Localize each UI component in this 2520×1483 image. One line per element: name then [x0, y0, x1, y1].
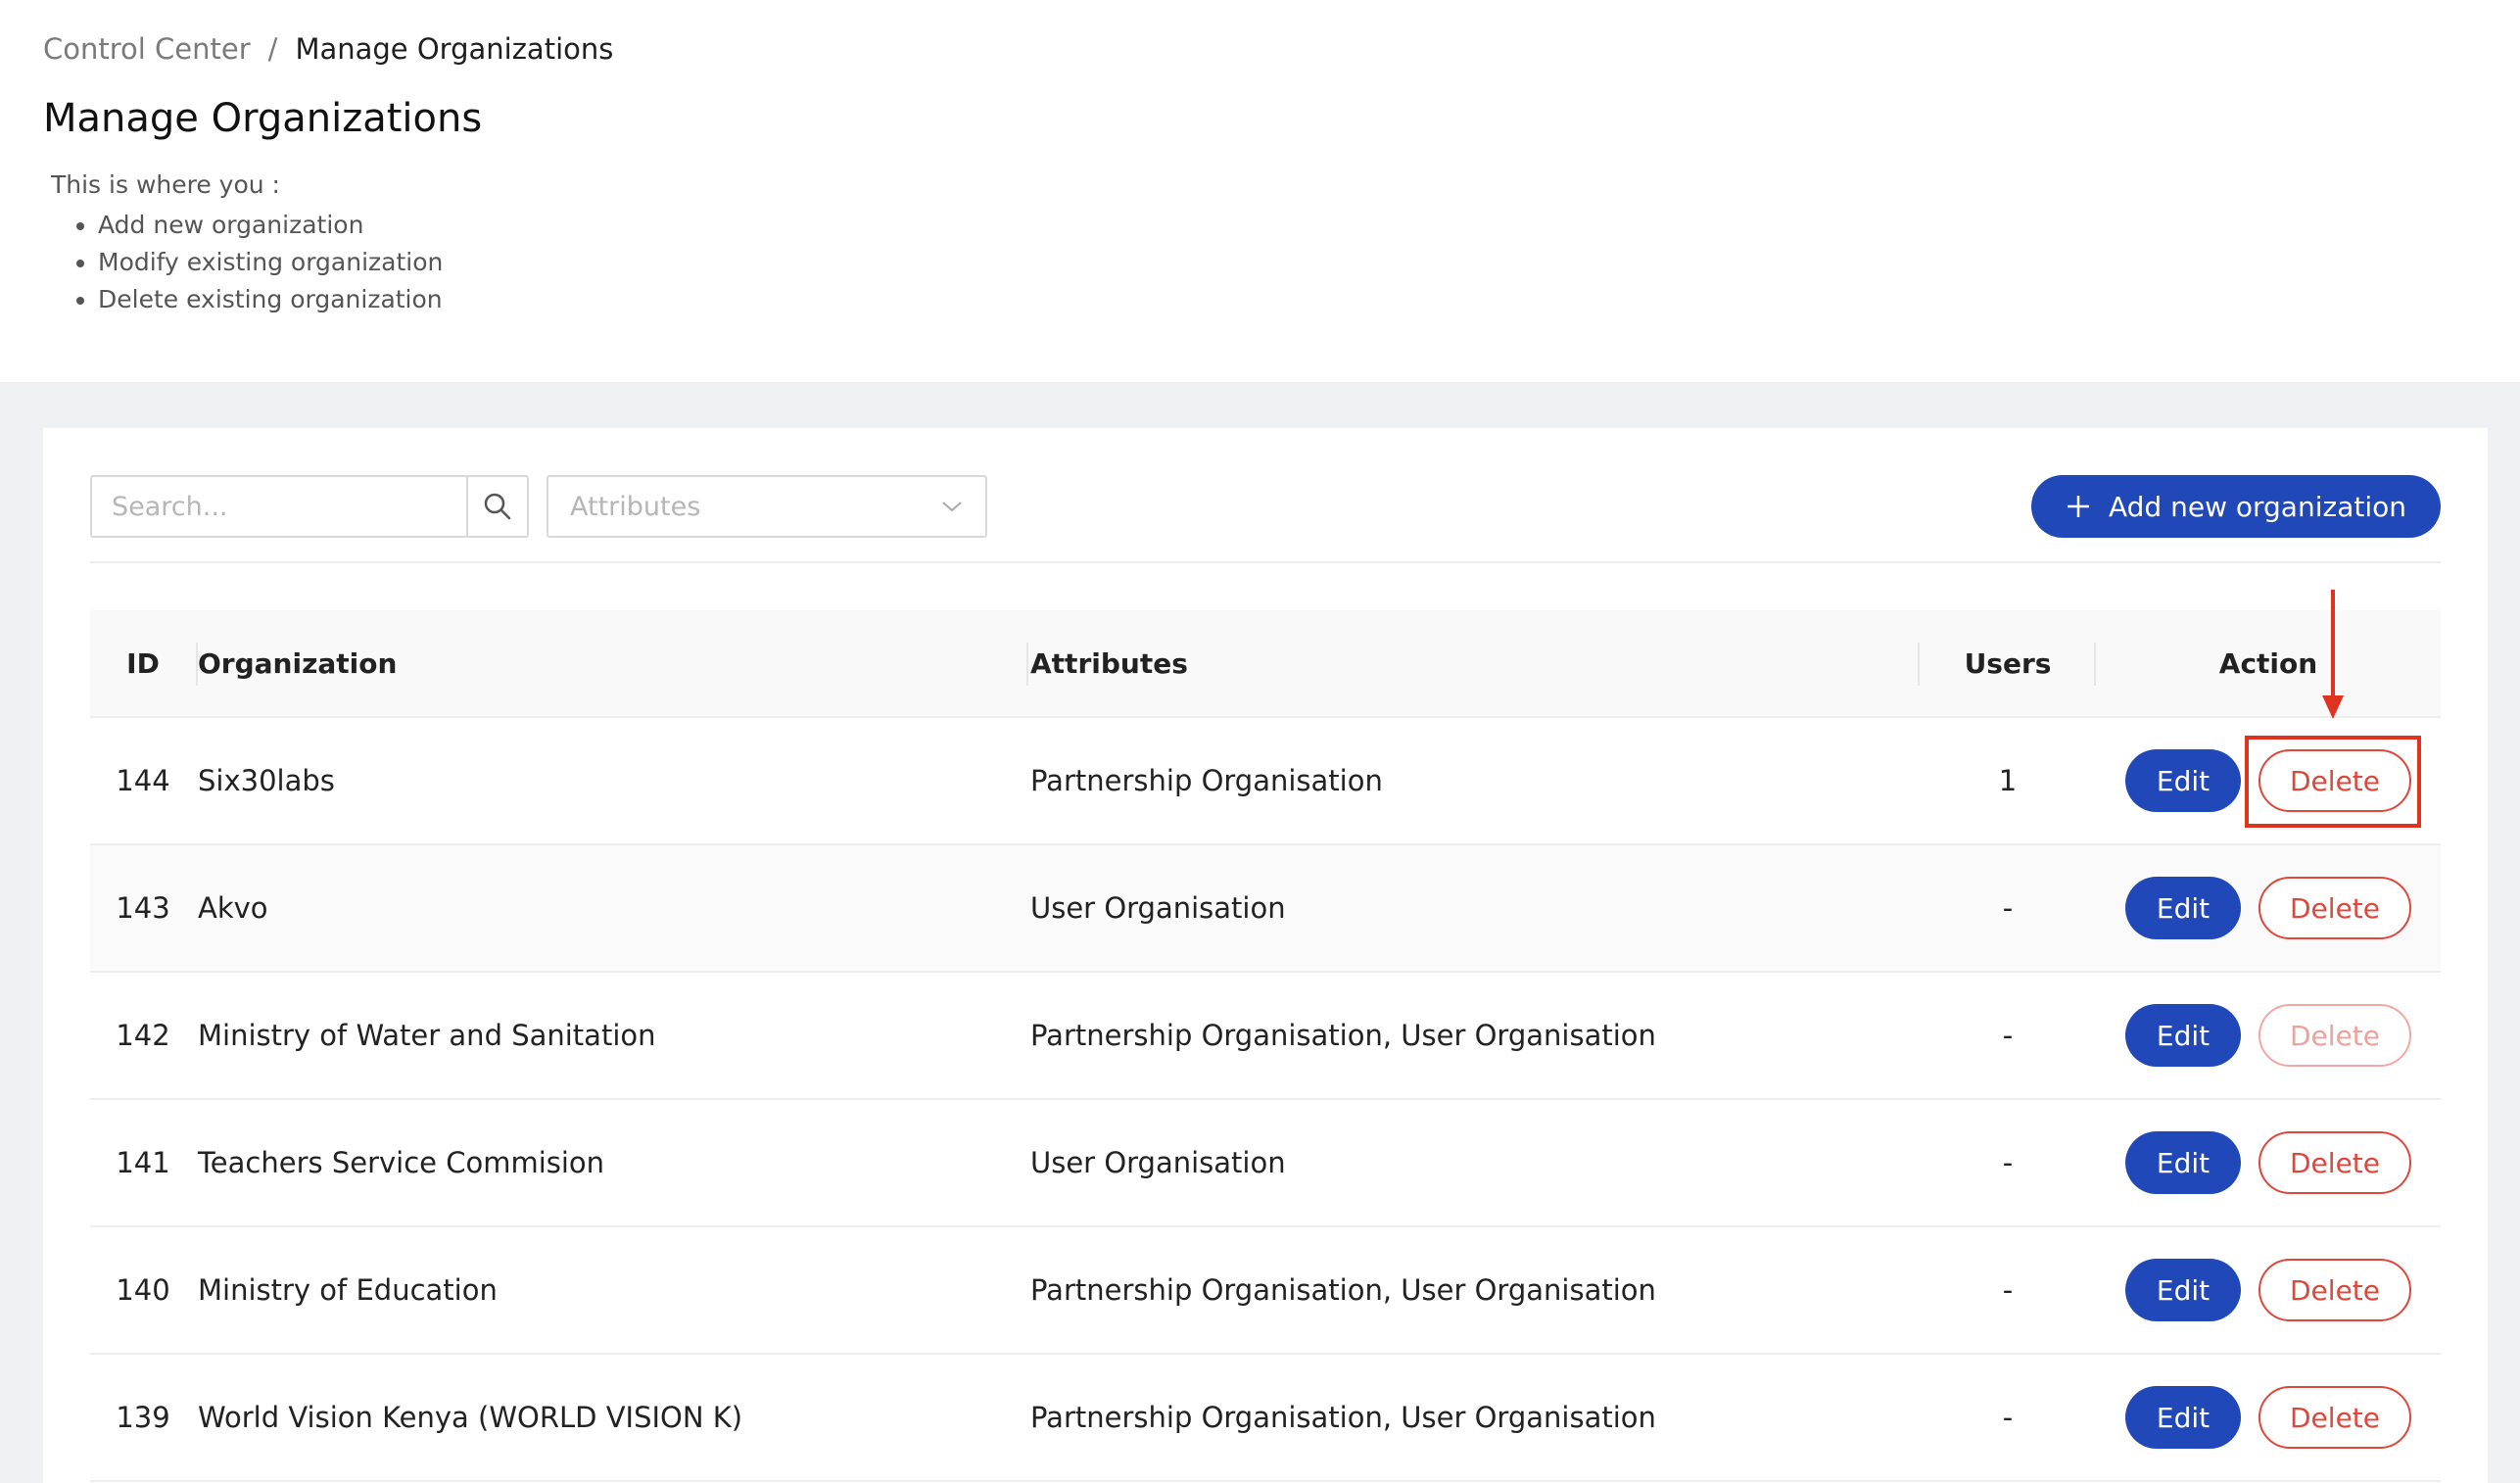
delete-button[interactable]: Delete [2258, 1386, 2411, 1449]
cell-users: - [2002, 1401, 2014, 1434]
cell-actions: Edit Delete [2096, 1004, 2441, 1067]
intro-text: This is where you : Add new organization… [51, 170, 2477, 318]
delete-button[interactable]: Delete [2258, 877, 2411, 939]
attributes-placeholder: Attributes [570, 491, 701, 522]
header-attributes: Attributes [1030, 646, 1188, 680]
intro-lead: This is where you : [51, 170, 280, 199]
edit-button[interactable]: Edit [2125, 1259, 2241, 1321]
edit-button[interactable]: Edit [2125, 1004, 2241, 1067]
edit-button[interactable]: Edit [2125, 1386, 2241, 1449]
header-users: Users [1964, 646, 2052, 680]
organizations-table: ID Organization Attributes Users Action … [90, 610, 2441, 1482]
cell-actions: Edit Delete [2096, 877, 2441, 939]
cell-id: 139 [116, 1401, 170, 1434]
edit-button[interactable]: Edit [2125, 1131, 2241, 1194]
search-button[interactable] [466, 475, 529, 538]
cell-organization: Ministry of Education [198, 1273, 498, 1307]
delete-button[interactable]: Delete [2258, 1131, 2411, 1194]
cell-actions: Edit Delete [2096, 1259, 2441, 1321]
column-separator [1026, 643, 1028, 686]
toolbar: Attributes Add new organization [90, 475, 2441, 538]
intro-list: Add new organization Modify existing org… [98, 207, 2477, 318]
table-row: 143 Akvo User Organisation - Edit Delete [90, 845, 2441, 973]
cell-users: - [2002, 1019, 2014, 1052]
page-title: Manage Organizations [43, 96, 483, 141]
chevron-down-icon [942, 502, 962, 512]
cell-id: 143 [116, 891, 170, 925]
header-action: Action [2218, 646, 2318, 680]
delete-highlight-box [2245, 736, 2421, 828]
delete-button[interactable]: Delete [2258, 1004, 2411, 1067]
table-row: 142 Ministry of Water and Sanitation Par… [90, 973, 2441, 1100]
add-organization-label: Add new organization [2109, 490, 2406, 523]
intro-item: Delete existing organization [98, 281, 2477, 318]
cell-users: - [2002, 891, 2014, 925]
search-input[interactable] [90, 475, 468, 538]
add-organization-button[interactable]: Add new organization [2031, 475, 2441, 538]
breadcrumb: Control Center / Manage Organizations [43, 29, 2477, 69]
cell-organization: World Vision Kenya (WORLD VISION K) [198, 1401, 743, 1434]
page-header: Control Center / Manage Organizations Ma… [0, 0, 2520, 382]
breadcrumb-separator: / [267, 32, 278, 66]
cell-attributes: Partnership Organisation [1030, 764, 1383, 797]
header-id: ID [126, 646, 160, 680]
attributes-select[interactable]: Attributes [547, 475, 987, 538]
toolbar-divider [90, 561, 2441, 563]
cell-actions: Edit Delete [2096, 1131, 2441, 1194]
header-organization: Organization [198, 646, 398, 680]
table-row: 144 Six30labs Partnership Organisation 1… [90, 718, 2441, 845]
cell-organization: Akvo [198, 891, 268, 925]
table-row: 141 Teachers Service Commision User Orga… [90, 1100, 2441, 1227]
table-row: 140 Ministry of Education Partnership Or… [90, 1227, 2441, 1355]
cell-organization: Ministry of Water and Sanitation [198, 1019, 656, 1052]
intro-item: Add new organization [98, 207, 2477, 244]
arrow-down-icon [2322, 590, 2344, 719]
column-separator [1918, 643, 1920, 686]
organizations-card: Attributes Add new organization ID Organ… [43, 428, 2488, 1483]
table-row: 139 World Vision Kenya (WORLD VISION K) … [90, 1355, 2441, 1482]
table-header: ID Organization Attributes Users Action [90, 610, 2441, 718]
cell-attributes: Partnership Organisation, User Organisat… [1030, 1019, 1656, 1052]
breadcrumb-parent[interactable]: Control Center [43, 32, 251, 66]
cell-id: 142 [116, 1019, 170, 1052]
cell-id: 140 [116, 1273, 170, 1307]
cell-id: 141 [116, 1146, 170, 1179]
delete-button[interactable]: Delete [2258, 1259, 2411, 1321]
breadcrumb-current: Manage Organizations [295, 32, 614, 66]
cell-organization: Teachers Service Commision [198, 1146, 605, 1179]
cell-attributes: User Organisation [1030, 891, 1286, 925]
cell-attributes: User Organisation [1030, 1146, 1286, 1179]
cell-organization: Six30labs [198, 764, 335, 797]
cell-attributes: Partnership Organisation, User Organisat… [1030, 1273, 1656, 1307]
column-separator [196, 643, 198, 686]
plus-icon [2068, 496, 2089, 517]
cell-users: - [2002, 1273, 2014, 1307]
cell-actions: Edit Delete [2096, 1386, 2441, 1449]
intro-item: Modify existing organization [98, 244, 2477, 281]
edit-button[interactable]: Edit [2125, 877, 2241, 939]
cell-users: - [2002, 1146, 2014, 1179]
cell-id: 144 [116, 764, 170, 797]
search-icon [484, 493, 511, 520]
cell-users: 1 [1998, 764, 2018, 797]
column-separator [2094, 643, 2096, 686]
cell-attributes: Partnership Organisation, User Organisat… [1030, 1401, 1656, 1434]
edit-button[interactable]: Edit [2125, 749, 2241, 812]
